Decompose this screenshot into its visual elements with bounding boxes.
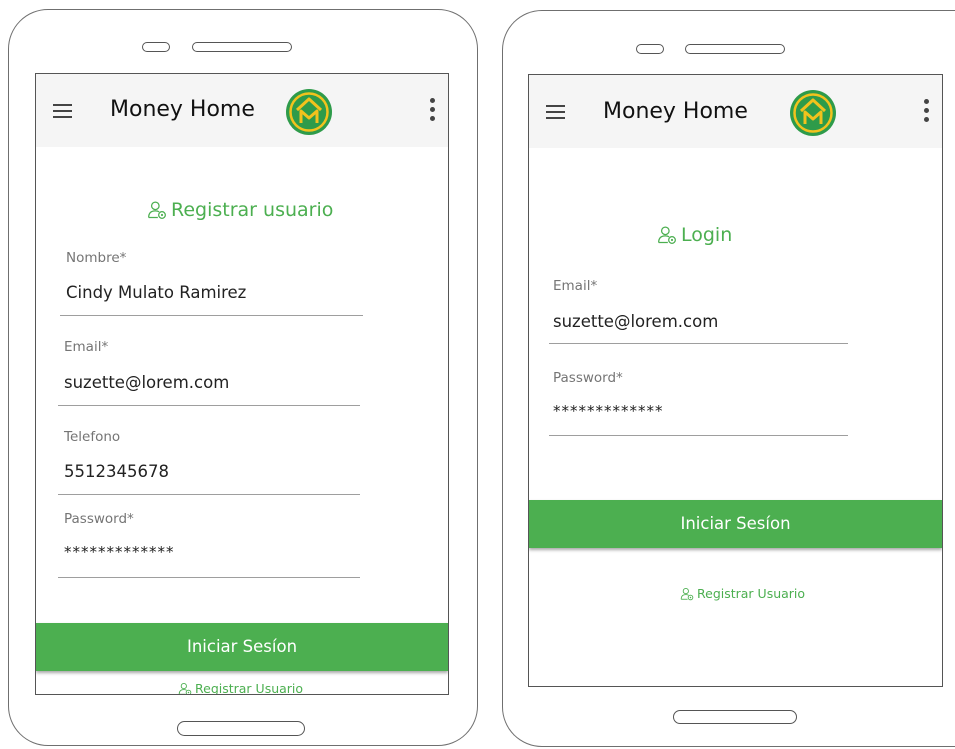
user-add-icon — [657, 225, 677, 245]
user-add-icon — [178, 682, 192, 696]
login-heading: Login — [657, 224, 732, 246]
telefono-label: Telefono — [64, 429, 121, 445]
kebab-menu-icon[interactable] — [430, 98, 436, 124]
kebab-menu-icon[interactable] — [924, 99, 930, 125]
password-label: Password* — [553, 370, 623, 386]
phone-frame-login: Money Home Login Email* Password* Inicia… — [502, 10, 955, 747]
password-underline — [549, 435, 848, 436]
registrar-usuario-link-text: Registrar Usuario — [195, 681, 304, 695]
phone-camera — [142, 42, 170, 52]
email-input[interactable] — [64, 373, 354, 392]
telefono-input[interactable] — [64, 462, 354, 481]
phone-home-button — [177, 721, 305, 736]
password-label: Password* — [64, 511, 134, 527]
registrar-usuario-link-text: Registrar Usuario — [697, 586, 806, 601]
nombre-label: Nombre* — [66, 250, 127, 266]
login-heading-text: Login — [681, 224, 733, 246]
app-title: Money Home — [603, 99, 748, 124]
app-bar: Money Home — [36, 74, 448, 147]
hamburger-menu-icon[interactable] — [546, 105, 565, 119]
user-add-icon — [147, 200, 167, 220]
registrar-usuario-link[interactable]: Registrar Usuario — [178, 681, 304, 696]
nombre-input[interactable] — [66, 283, 356, 302]
login-screen: Money Home Login Email* Password* Inicia… — [528, 74, 943, 687]
password-input[interactable] — [64, 543, 354, 561]
email-input[interactable] — [553, 312, 843, 331]
hamburger-menu-icon[interactable] — [53, 104, 72, 118]
iniciar-sesion-button[interactable]: Iniciar Sesíon — [529, 500, 942, 548]
registrar-usuario-link[interactable]: Registrar Usuario — [680, 586, 805, 601]
email-label: Email* — [64, 339, 109, 355]
app-title: Money Home — [110, 97, 255, 122]
email-underline — [58, 405, 360, 406]
user-add-icon — [680, 587, 694, 601]
phone-frame-register: Money Home Registrar usuario Nombre* Ema… — [8, 9, 478, 746]
phone-home-button — [673, 710, 797, 724]
email-underline — [549, 343, 848, 344]
phone-speaker — [192, 42, 292, 52]
register-heading-text: Registrar usuario — [171, 199, 334, 221]
money-home-logo-icon — [285, 88, 333, 136]
password-underline — [58, 577, 360, 578]
money-home-logo-icon — [789, 89, 837, 137]
phone-camera — [636, 44, 664, 54]
telefono-underline — [58, 494, 360, 495]
phone-speaker — [685, 44, 785, 54]
register-heading: Registrar usuario — [147, 199, 333, 221]
nombre-underline — [60, 315, 363, 316]
email-label: Email* — [553, 278, 598, 294]
iniciar-sesion-button[interactable]: Iniciar Sesíon — [36, 623, 448, 671]
app-bar: Money Home — [529, 75, 942, 148]
register-screen: Money Home Registrar usuario Nombre* Ema… — [35, 73, 449, 695]
password-input[interactable] — [553, 402, 843, 420]
